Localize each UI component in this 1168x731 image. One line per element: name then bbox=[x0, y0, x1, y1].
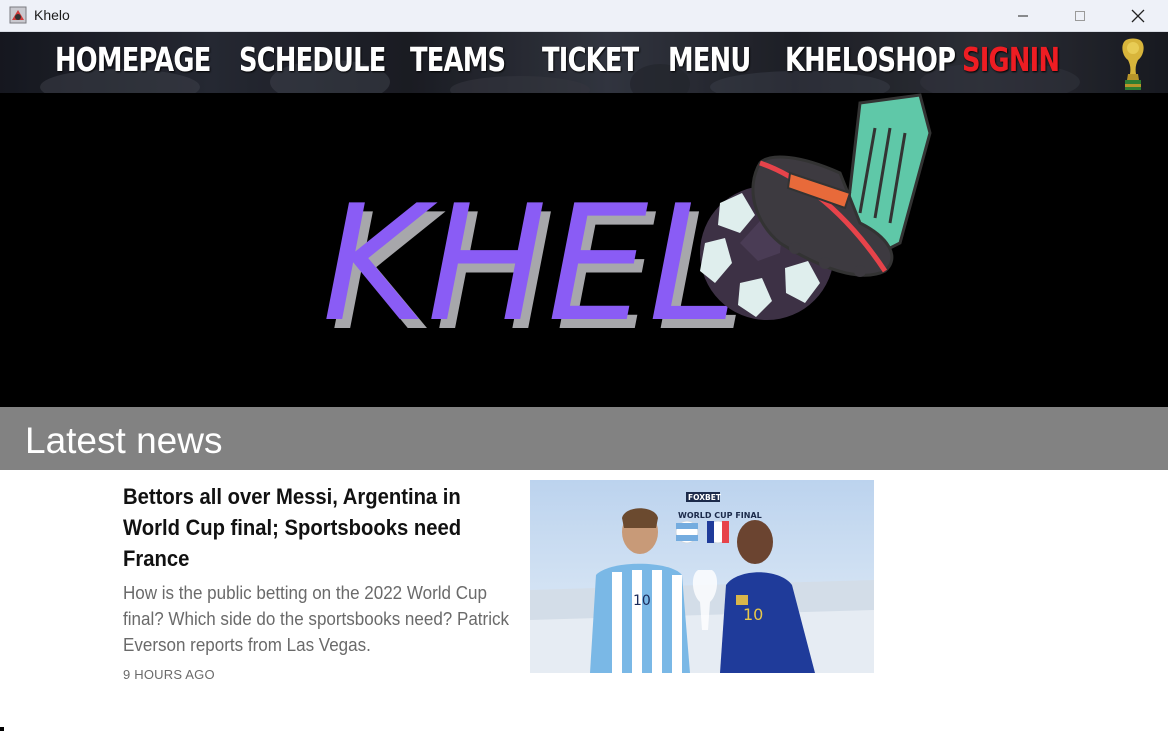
flag-argentina-icon bbox=[675, 520, 699, 544]
latest-news-header: Latest news bbox=[0, 407, 1168, 470]
minimize-icon bbox=[1018, 15, 1028, 16]
news-article: Bettors all over Messi, Argentina in Wor… bbox=[0, 470, 1168, 731]
nav-kheloshop[interactable]: KHELOSHOP bbox=[785, 41, 956, 78]
main-navbar: HOMEPAGE SCHEDULE TEAMS TICKET MENU KHEL… bbox=[0, 32, 1168, 93]
maximize-icon bbox=[1075, 10, 1085, 21]
article-headline[interactable]: Bettors all over Messi, Argentina in Wor… bbox=[123, 481, 509, 574]
article-summary: How is the public betting on the 2022 Wo… bbox=[123, 582, 510, 655]
minimize-button[interactable] bbox=[995, 0, 1051, 31]
logo-text: KHEL bbox=[322, 170, 737, 357]
world-cup-trophy-icon[interactable] bbox=[1116, 36, 1150, 92]
player-right-number: 10 bbox=[743, 605, 763, 624]
window-title: Khelo bbox=[34, 7, 70, 23]
hero-banner: KHEL KHEL bbox=[0, 93, 1168, 407]
article-timestamp: 9 HOURS AGO bbox=[123, 667, 215, 682]
window-corner-mark bbox=[0, 727, 4, 731]
section-title: Latest news bbox=[25, 420, 223, 461]
flag-france-icon bbox=[706, 520, 730, 544]
article-thumbnail[interactable]: 10 10 FOXBET WORLD CUP FINAL bbox=[530, 480, 874, 673]
image-caption: WORLD CUP FINAL bbox=[678, 511, 762, 520]
nav-signin[interactable]: SIGNIN bbox=[962, 41, 1060, 78]
nav-ticket[interactable]: TICKET bbox=[542, 41, 639, 78]
close-button[interactable] bbox=[1110, 0, 1166, 31]
nav-menu[interactable]: MENU bbox=[668, 41, 751, 78]
image-brand: FOXBET bbox=[688, 493, 722, 502]
nav-teams[interactable]: TEAMS bbox=[410, 41, 506, 78]
nav-schedule[interactable]: SCHEDULE bbox=[239, 41, 386, 78]
nav-homepage[interactable]: HOMEPAGE bbox=[55, 41, 211, 78]
window-titlebar: Khelo bbox=[0, 0, 1168, 32]
close-icon bbox=[1131, 9, 1145, 22]
khelo-app-icon bbox=[9, 6, 27, 24]
maximize-button[interactable] bbox=[1052, 0, 1108, 31]
article-image: 10 10 FOXBET WORLD CUP FINAL bbox=[530, 480, 874, 673]
khelo-logo: KHEL KHEL bbox=[322, 93, 932, 366]
player-left-number: 10 bbox=[633, 593, 651, 609]
